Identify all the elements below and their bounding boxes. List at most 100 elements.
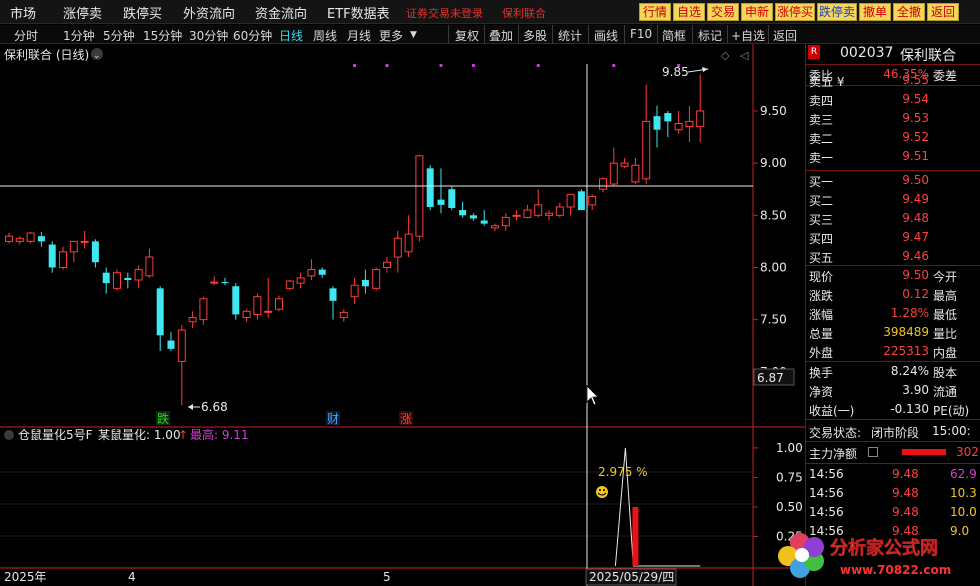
candle-body[interactable] — [599, 178, 607, 190]
candle-body[interactable] — [448, 189, 456, 208]
login-notice[interactable]: 证券交易未登录 — [406, 5, 483, 21]
chevron-down-icon[interactable]: ▼ — [410, 30, 417, 40]
menu-etf-table[interactable]: ETF数据表 — [327, 3, 390, 22]
tool-draw[interactable]: 画线 — [594, 27, 618, 44]
back-button[interactable]: 返回 — [927, 3, 959, 21]
candle-body[interactable] — [253, 296, 262, 315]
kline-chart[interactable]: 保利联合 (日线) ⌄ ◇ ◁ 7.007.508.008.509.009.50… — [0, 44, 805, 586]
candle-body[interactable] — [372, 269, 381, 289]
tool-overlay[interactable]: 叠加 — [489, 27, 513, 44]
candle-body[interactable] — [404, 233, 413, 253]
netflow-row[interactable]: 主力净额 302 — [806, 443, 980, 462]
candle-body[interactable] — [566, 193, 575, 208]
candle-body[interactable] — [285, 280, 294, 289]
candle-body[interactable] — [545, 212, 553, 216]
marker-up[interactable]: 涨 — [400, 411, 412, 426]
period-monthly[interactable]: 月线 — [347, 27, 371, 44]
ask-row[interactable]: 卖一 9.51 — [806, 147, 980, 166]
candle-body[interactable] — [577, 191, 585, 211]
tool-mark[interactable]: 标记 — [698, 27, 722, 44]
candle-body[interactable] — [534, 204, 543, 216]
candle-body[interactable] — [124, 277, 132, 280]
period-60min[interactable]: 60分钟 — [233, 27, 272, 44]
candle-body[interactable] — [491, 225, 499, 229]
watchlist-button[interactable]: 自选 — [673, 3, 705, 21]
stat2-row[interactable]: 收益(一) -0.130 PE(动) — [806, 400, 980, 419]
trade-button[interactable]: 交易 — [707, 3, 739, 21]
candle-body[interactable] — [469, 215, 477, 219]
stat-row[interactable]: 外盘 225313 内盘 — [806, 342, 980, 361]
bid-row[interactable]: 买一 9.50 — [806, 171, 980, 190]
candle-body[interactable] — [426, 168, 434, 207]
candle-body[interactable] — [37, 236, 45, 242]
candle-body[interactable] — [437, 199, 445, 205]
menu-limit-up-sell[interactable]: 涨停卖 — [63, 3, 102, 22]
candle-body[interactable] — [459, 210, 467, 216]
period-minute[interactable]: 分时 — [14, 27, 38, 44]
limit-down-sell-button[interactable]: 跌停卖 — [817, 3, 857, 21]
candle-body[interactable] — [318, 269, 326, 275]
candle-body[interactable] — [242, 310, 251, 319]
candle-body[interactable] — [523, 209, 532, 218]
candle-body[interactable] — [59, 251, 67, 268]
candle-body[interactable] — [134, 269, 143, 281]
candle-body[interactable] — [642, 120, 651, 180]
candle-body[interactable] — [156, 288, 164, 336]
candle-body[interactable] — [350, 284, 359, 298]
candle-body[interactable] — [199, 298, 208, 321]
period-5min[interactable]: 5分钟 — [103, 27, 135, 44]
candle-body[interactable] — [15, 237, 24, 242]
period-15min[interactable]: 15分钟 — [143, 27, 182, 44]
candle-body[interactable] — [664, 113, 672, 122]
candle-body[interactable] — [91, 241, 99, 263]
ask-row[interactable]: 卖三 9.53 — [806, 109, 980, 128]
tool-add-watchlist[interactable]: +自选 — [731, 27, 765, 44]
bid-row[interactable]: 买三 9.48 — [806, 209, 980, 228]
bid-row[interactable]: 买二 9.49 — [806, 190, 980, 209]
candle-body[interactable] — [653, 116, 661, 130]
candle-body[interactable] — [329, 288, 337, 301]
candle-body[interactable] — [339, 311, 348, 319]
tool-multistock[interactable]: 多股 — [523, 27, 547, 44]
candle-body[interactable] — [415, 155, 424, 237]
stat2-row[interactable]: 净资 3.90 流通 — [806, 381, 980, 400]
period-daily[interactable]: 日线 — [279, 27, 303, 44]
limit-up-buy-button[interactable]: 涨停买 — [775, 3, 815, 21]
menu-foreign-flow[interactable]: 外资流向 — [183, 3, 235, 22]
stat2-row[interactable]: 换手 8.24% 股本 — [806, 362, 980, 381]
candle-body[interactable] — [221, 282, 229, 284]
quote-button[interactable]: 行情 — [639, 3, 671, 21]
stat-row[interactable]: 现价 9.50 今开 — [806, 266, 980, 285]
candle-body[interactable] — [264, 310, 273, 313]
candle-body[interactable] — [102, 272, 110, 284]
candle-body[interactable] — [5, 235, 13, 242]
diamond-icon[interactable]: ◇ — [721, 49, 730, 62]
indicator-settings-icon[interactable] — [4, 430, 14, 440]
expand-icon[interactable]: ◁ — [740, 49, 749, 62]
candle-body[interactable] — [393, 237, 402, 258]
candle-body[interactable] — [620, 162, 629, 167]
candle-body[interactable] — [275, 298, 283, 310]
cancel-order-button[interactable]: 撤单 — [859, 3, 891, 21]
tool-f10[interactable]: F10 — [630, 27, 652, 41]
ask-row[interactable]: 卖二 9.52 — [806, 128, 980, 147]
candle-body[interactable] — [480, 220, 488, 224]
ask-row[interactable]: 卖五 ¥ 9.55 — [806, 71, 980, 90]
ipo-button[interactable]: 申新 — [741, 3, 773, 21]
ask-row[interactable]: 卖四 9.54 — [806, 90, 980, 109]
candle-body[interactable] — [48, 244, 56, 268]
candle-body[interactable] — [383, 261, 391, 268]
candle-body[interactable] — [512, 214, 521, 217]
stat-row[interactable]: 涨跌 0.12 最高 — [806, 285, 980, 304]
candle-body[interactable] — [113, 272, 121, 289]
candle-body[interactable] — [188, 317, 197, 323]
candle-body[interactable] — [631, 164, 640, 183]
stat-row[interactable]: 总量 398489 量比 — [806, 323, 980, 342]
stat-row[interactable]: 涨幅 1.28% 最低 — [806, 304, 980, 323]
candle-body[interactable] — [232, 286, 240, 315]
candle-body[interactable] — [588, 196, 597, 206]
list-icon[interactable] — [868, 447, 878, 457]
candle-body[interactable] — [210, 281, 219, 284]
candle-body[interactable] — [674, 122, 683, 131]
marker-down[interactable]: 跌 — [157, 411, 169, 426]
